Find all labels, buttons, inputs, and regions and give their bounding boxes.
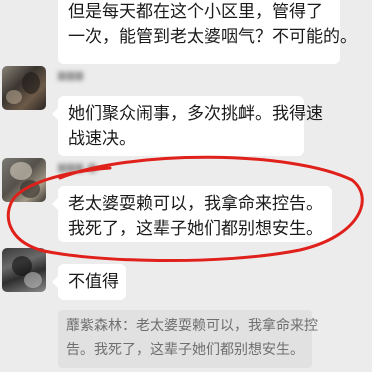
quote-text-line: 告。我死了，这辈子她们都别想安生。 bbox=[66, 342, 304, 358]
avatar[interactable] bbox=[2, 158, 46, 202]
quoted-message[interactable]: 蘼紫森林：老太婆耍赖可以，我拿命来控 告。我死了，这辈子她们都别想安生。 bbox=[58, 310, 318, 368]
message-bubble[interactable]: 她们聚众闹事，多次挑衅。我得速 战速决。 bbox=[52, 96, 323, 156]
message-text-line: 我死了，这辈子她们都别想安生。 bbox=[68, 219, 323, 239]
sender-name-blurred: ▆▆▆ ▆ bbox=[58, 162, 97, 173]
message-bubble[interactable]: 不值得 bbox=[52, 264, 126, 300]
message-text-line: 一次，能管到老太婆咽气？不可能的。 bbox=[68, 27, 357, 47]
avatar[interactable] bbox=[2, 66, 46, 110]
avatar[interactable] bbox=[2, 248, 46, 292]
message-text-line: 不值得 bbox=[68, 272, 119, 292]
quote-text-line: 蘼紫森林：老太婆耍赖可以，我拿命来控 bbox=[66, 318, 318, 334]
message-text-line: 她们聚众闹事，多次挑衅。我得速 bbox=[68, 104, 323, 124]
message-bubble[interactable]: 但是每天都在这个小区里，管得了 一次，能管到老太婆咽气？不可能的。 bbox=[58, 0, 357, 64]
message-text-line: 但是每天都在这个小区里，管得了 bbox=[68, 2, 323, 22]
chat-screen: 但是每天都在这个小区里，管得了 一次，能管到老太婆咽气？不可能的。 ▆▆▆ 她们… bbox=[0, 0, 372, 372]
sender-name-blurred: ▆▆▆ bbox=[58, 70, 85, 81]
message-text-line: 老太婆耍赖可以，我拿命来控告。 bbox=[68, 194, 323, 214]
message-bubble[interactable]: 老太婆耍赖可以，我拿命来控告。 我死了，这辈子她们都别想安生。 bbox=[52, 186, 332, 242]
message-text-line: 战速决。 bbox=[68, 129, 136, 149]
